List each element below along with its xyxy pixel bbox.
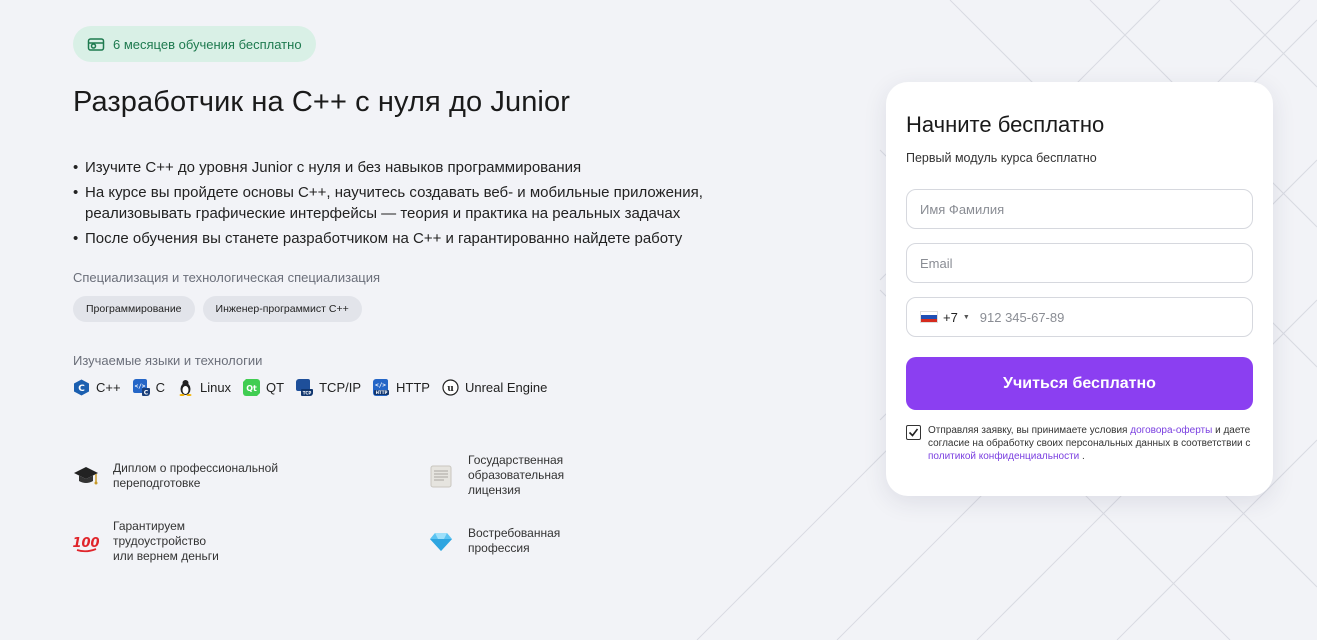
feature-text: Государственная образовательная лицензия xyxy=(468,453,565,497)
tech-name: Unreal Engine xyxy=(464,380,548,395)
check-icon xyxy=(908,428,919,437)
linux-icon xyxy=(179,380,192,396)
svg-text:TCP: TCP xyxy=(303,391,312,396)
technologies-label: Изучаемые языки и технологии xyxy=(73,353,263,368)
feature-diploma: Диплом о профессиональной переподготовке xyxy=(73,461,278,491)
consent-checkbox[interactable] xyxy=(906,425,921,440)
technologies-list: C C++ </> C C Linux Qt QT TCP TCP/IP </> H… xyxy=(73,379,773,396)
name-input[interactable] xyxy=(920,201,1239,217)
feature-demand: Востребованная профессия xyxy=(428,526,560,556)
tech-name: QT xyxy=(266,380,285,395)
tech-name: Linux xyxy=(199,380,232,395)
name-field[interactable] xyxy=(906,189,1253,229)
phone-input[interactable] xyxy=(979,309,1239,325)
tech-name: HTTP xyxy=(396,380,430,395)
bullet-item: На курсе вы пройдете основы C++, научите… xyxy=(73,182,728,224)
consent-text: Отправляя заявку, вы принимаете условия … xyxy=(928,424,1253,463)
chip-cpp-engineer[interactable]: Инженер-программист C++ xyxy=(202,296,362,322)
form-subtitle: Первый модуль курса бесплатно xyxy=(906,151,1097,165)
consent-block: Отправляя заявку, вы принимаете условия … xyxy=(906,424,1253,463)
submit-button[interactable]: Учиться бесплатно xyxy=(906,357,1253,410)
cpp-icon: C xyxy=(74,379,89,396)
russia-flag-icon xyxy=(920,311,938,323)
tech-item-unreal: u Unreal Engine xyxy=(442,379,547,396)
http-icon: </>HTTP xyxy=(373,379,390,396)
page-title: Разработчик на C++ с нуля до Junior xyxy=(73,86,570,118)
bullet-item: После обучения вы станете разработчиком … xyxy=(73,228,773,249)
bullet-item: Изучите C++ до уровня Junior с нуля и бе… xyxy=(73,157,773,178)
specialization-label: Специализация и технологическая специали… xyxy=(73,270,381,285)
privacy-policy-link[interactable]: политикой конфиденциальности xyxy=(928,451,1079,462)
chip-programming[interactable]: Программирование xyxy=(73,296,195,322)
feature-guarantee: 100 Гарантируем трудоустройство или верн… xyxy=(73,519,219,564)
svg-text:</>: </> xyxy=(375,382,386,389)
svg-text:u: u xyxy=(447,384,454,394)
svg-text:C: C xyxy=(78,384,85,394)
country-code-select[interactable]: +7 ▼ xyxy=(920,310,970,325)
svg-text:HTTP: HTTP xyxy=(376,390,388,395)
form-title: Начните бесплатно xyxy=(906,112,1105,137)
course-info: 6 месяцев обучения бесплатно Разработчик… xyxy=(73,26,773,396)
feature-text: Востребованная профессия xyxy=(468,526,561,555)
tech-item-linux: Linux xyxy=(177,379,231,396)
tech-item-c: </> C C xyxy=(132,379,165,397)
feature-license: Государственная образовательная лицензия xyxy=(428,453,564,498)
unreal-engine-icon: u xyxy=(442,379,459,396)
tech-item-http: </> HTTP HTTP xyxy=(373,379,430,396)
diamond-icon xyxy=(428,528,454,554)
tech-item-cpp: C C++ xyxy=(73,379,121,396)
c-icon: </>C xyxy=(132,379,150,397)
gift-card-icon xyxy=(87,38,105,51)
document-icon xyxy=(428,463,454,489)
feature-text: Диплом о профессиональной переподготовке xyxy=(113,461,279,490)
promo-badge: 6 месяцев обучения бесплатно xyxy=(73,26,316,62)
feature-text: Гарантируем трудоустройство или вернем д… xyxy=(113,519,219,563)
tcpip-icon: TCP xyxy=(296,379,314,396)
email-input[interactable] xyxy=(920,255,1239,271)
signup-form: Начните бесплатно Первый модуль курса бе… xyxy=(886,82,1273,496)
tech-item-tcpip: TCP TCP/IP xyxy=(296,379,361,396)
phone-field[interactable]: +7 ▼ xyxy=(906,297,1253,337)
consent-suffix: . xyxy=(1079,451,1085,462)
country-code: +7 xyxy=(943,309,958,325)
tech-name: C++ xyxy=(96,380,121,395)
chevron-down-icon: ▼ xyxy=(962,313,970,321)
email-field[interactable] xyxy=(906,243,1253,283)
svg-text:Qt: Qt xyxy=(246,384,257,393)
qt-icon: Qt xyxy=(243,379,261,396)
hundred-points-icon: 100 xyxy=(73,529,99,555)
svg-text:C: C xyxy=(143,390,148,397)
offer-link[interactable]: договора-оферты xyxy=(1130,425,1212,436)
tech-name: TCP/IP xyxy=(319,380,362,395)
graduation-cap-icon xyxy=(73,463,99,489)
course-bullets: Изучите C++ до уровня Junior с нуля и бе… xyxy=(73,157,773,249)
specialization-chips: Программирование Инженер-программист C++ xyxy=(73,296,773,322)
promo-text: 6 месяцев обучения бесплатно xyxy=(113,36,302,52)
tech-item-qt: Qt QT xyxy=(243,379,284,396)
tech-name: C xyxy=(155,380,165,395)
consent-prefix: Отправляя заявку, вы принимаете условия xyxy=(928,425,1131,436)
